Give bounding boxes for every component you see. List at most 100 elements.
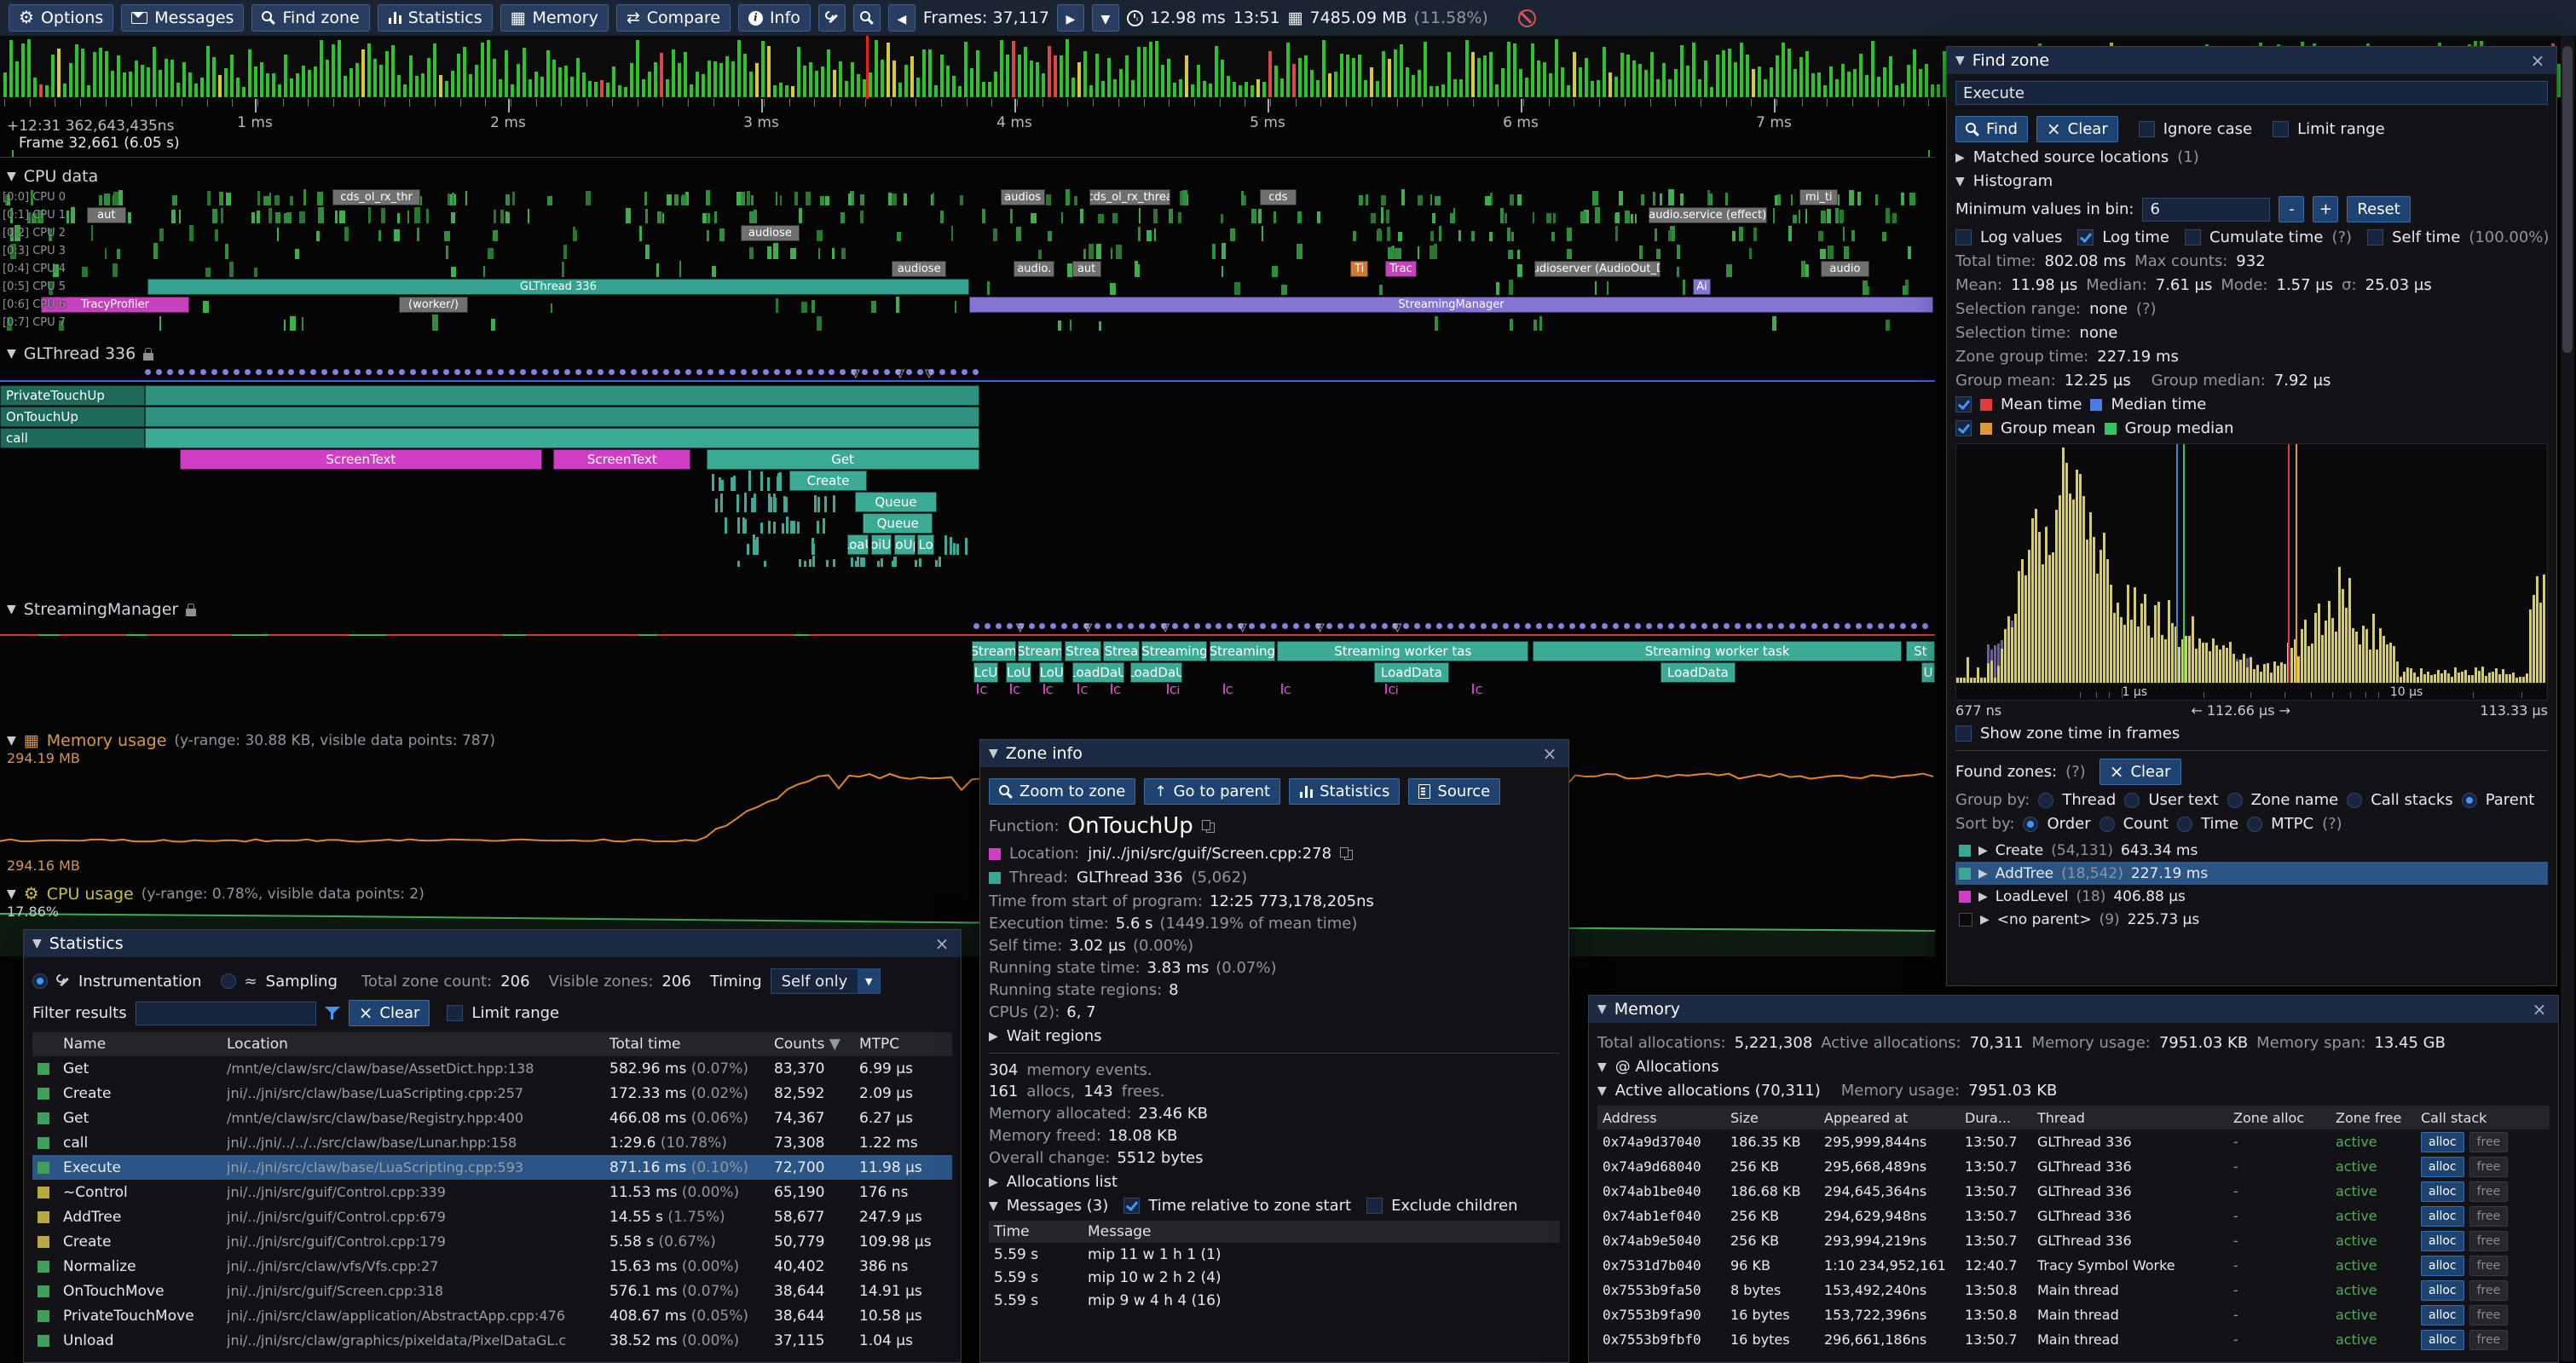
free-callstack-button[interactable]: free [2469,1231,2509,1251]
timeline-zone[interactable]: cds_ol_rx_thr [332,189,419,205]
message-dot[interactable] [996,623,1002,629]
message-dot[interactable] [1414,623,1420,629]
collapse-icon[interactable] [1597,1084,1607,1098]
frame-bar[interactable] [785,85,788,97]
alloc-callstack-button[interactable]: alloc [2421,1330,2464,1350]
frame-bar[interactable] [33,78,37,97]
message-dot[interactable] [421,369,427,375]
limit-range-checkbox[interactable] [447,1005,463,1021]
message-dot[interactable] [1602,623,1608,629]
frame-bar[interactable] [1573,52,1576,97]
alloc-callstack-button[interactable]: alloc [2421,1157,2464,1177]
message-dot[interactable] [752,369,758,375]
timeline-zone[interactable]: aut [1072,261,1101,277]
message-dot[interactable] [167,369,173,375]
found-zone-group[interactable]: AddTree(18,542)227.19 ms [1955,862,2548,885]
message-dot[interactable] [1569,623,1575,629]
frame-bar[interactable] [1591,81,1594,97]
message-group-marker[interactable] [1083,618,1092,634]
timeline-zone[interactable]: Ai [1693,279,1710,295]
message-dot[interactable] [1922,623,1928,629]
frame-bar[interactable] [505,50,508,97]
message-dot[interactable] [631,369,637,375]
frame-bar[interactable] [1435,86,1439,97]
column-header-mtpc[interactable]: MTPC [859,1036,952,1053]
cpu-usage-header[interactable]: CPU usage (y-range: 0.78%, visible data … [7,885,425,904]
found-zone-group[interactable]: LoadLevel(18)406.88 µs [1955,885,2548,908]
frame-bar[interactable] [570,77,574,97]
cpu-data-header[interactable]: CPU data [7,167,98,186]
frame-bar[interactable] [1334,72,1337,97]
message-dot[interactable] [344,369,349,375]
found-clear-button[interactable]: Clear [2099,759,2181,785]
message-dot[interactable] [696,369,702,375]
free-callstack-button[interactable]: free [2469,1305,2509,1325]
message-dot[interactable] [575,369,581,375]
collapse-icon[interactable] [1980,913,1990,927]
collapse-icon[interactable] [989,1030,998,1043]
message-dot[interactable] [564,369,570,375]
message-mark[interactable] [1223,684,1225,694]
message-dot[interactable] [685,369,691,375]
toolbar-button-info[interactable]: Info [738,4,811,32]
frame-bar[interactable] [779,83,783,97]
frame-bar[interactable] [403,84,407,97]
frame-bar[interactable] [1817,72,1821,97]
toolbar-button-options[interactable]: Options [9,4,113,32]
frame-bar[interactable] [940,55,944,97]
message-dot[interactable] [1007,623,1013,629]
message-dot[interactable] [1282,623,1288,629]
message-row[interactable]: 5.59 smip 10 w 2 h 2 (4) [989,1266,1560,1289]
group-by-radio-zone-name[interactable] [2227,793,2243,808]
frame-bar[interactable] [1471,52,1475,97]
message-dot[interactable] [1436,623,1442,629]
frame-bar[interactable] [1835,79,1839,97]
column-header-zone-free[interactable]: Zone free [2336,1110,2421,1126]
message-dot[interactable] [1260,623,1266,629]
message-dot[interactable] [973,623,979,629]
table-row[interactable]: calljni/../jni/../../../src/claw/base/Lu… [32,1130,952,1155]
message-dot[interactable] [1150,623,1156,629]
allocation-row[interactable]: 0x74ab1ef040256 KB294,629,948ns13:50.7GL… [1597,1204,2550,1228]
frame-bar[interactable] [1829,66,1833,97]
frame-bar[interactable] [904,65,908,97]
frame-bar[interactable] [1173,83,1176,97]
message-dot[interactable] [642,369,648,375]
help-icon[interactable]: (?) [2136,300,2157,318]
frame-bar[interactable] [1137,47,1141,97]
frame-bar[interactable] [1239,85,1242,97]
message-dot[interactable] [222,369,228,375]
timeline-zone[interactable]: Strea [1065,641,1101,661]
frame-bar[interactable] [791,86,794,97]
frame-bar[interactable] [135,61,138,97]
frame-bar[interactable] [147,67,150,97]
frame-bar[interactable] [1322,40,1326,97]
frame-bar[interactable] [1107,58,1111,97]
collapse-icon[interactable] [32,937,42,950]
frame-bar[interactable] [1638,64,1642,97]
found-zone-group[interactable]: <no parent>(9)225.73 µs [1955,908,2548,931]
message-dot[interactable] [1800,623,1806,629]
frame-bar[interactable] [1119,69,1123,97]
sort-by-radio-time[interactable] [2177,817,2192,832]
frame-bar[interactable] [1871,41,1874,97]
frame-bar[interactable] [338,40,341,97]
frame-bar[interactable] [1603,47,1606,97]
frame-bar[interactable] [1006,55,1009,97]
close-icon[interactable] [2527,50,2548,71]
message-dot[interactable] [310,369,316,375]
frame-bar[interactable] [857,74,860,97]
timeline-zone[interactable]: Trac [1385,261,1416,277]
frame-bar[interactable] [1925,64,1928,97]
frame-bar[interactable] [1346,55,1349,97]
message-dot[interactable] [1514,623,1520,629]
timeline-zone[interactable]: audio. [1014,261,1054,277]
frame-bar[interactable] [373,59,377,97]
frame-bar[interactable] [684,52,687,97]
close-icon[interactable] [932,933,952,954]
frame-bar[interactable] [958,86,962,97]
alloc-callstack-button[interactable]: alloc [2421,1231,2464,1251]
message-group-marker[interactable] [1016,618,1025,634]
timeline-zone[interactable]: PrivateTouchUp [0,385,145,406]
message-dot[interactable] [840,369,846,375]
